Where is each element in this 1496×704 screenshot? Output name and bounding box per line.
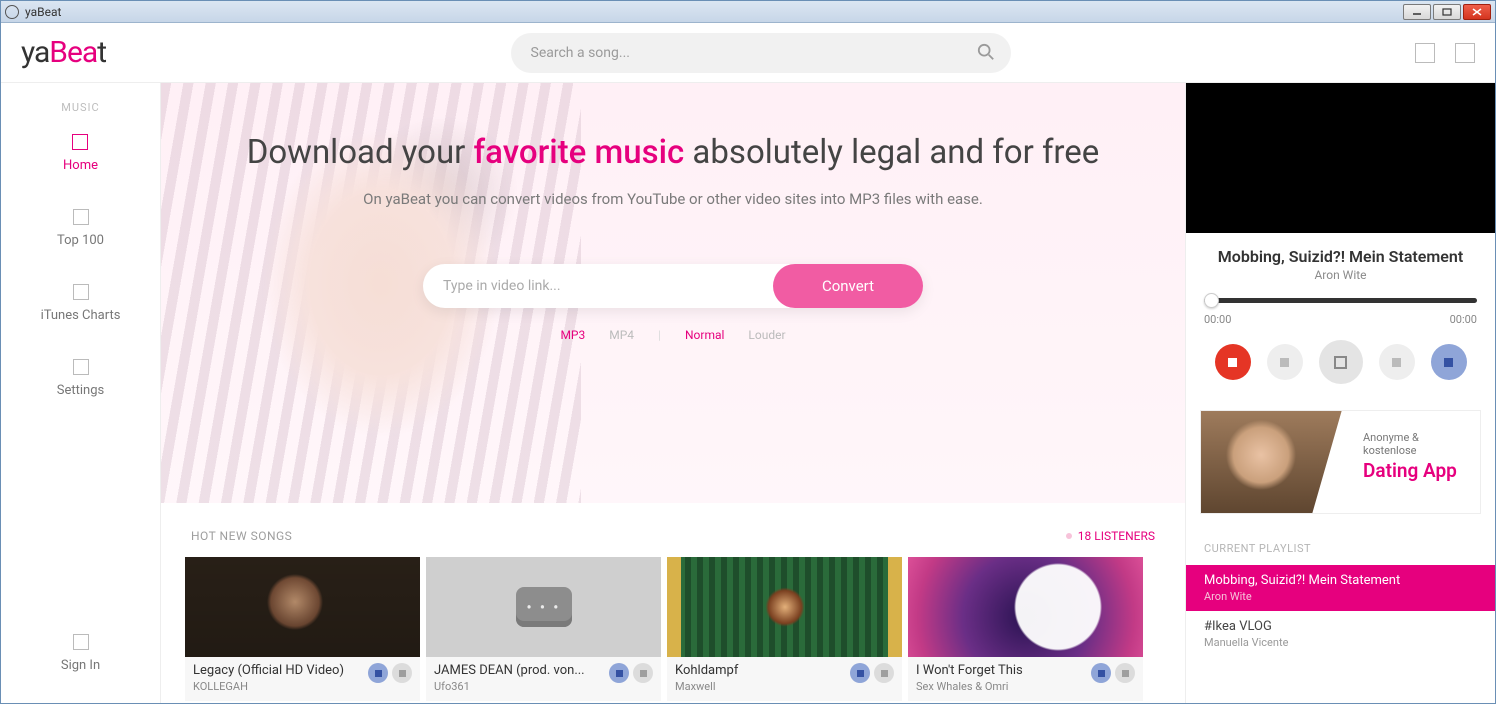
- prev-button[interactable]: [1267, 344, 1303, 380]
- playlist-button[interactable]: [1431, 344, 1467, 380]
- header: yaBeat: [1, 23, 1495, 83]
- listener-count: 18 LISTENERS: [1066, 529, 1155, 543]
- format-options: MP3 MP4 | Normal Louder: [201, 328, 1145, 342]
- song-artist: Maxwell: [675, 680, 846, 693]
- ad-banner[interactable]: Anonyme & kostenlose Dating App: [1200, 410, 1481, 514]
- stop-button[interactable]: [1215, 344, 1251, 380]
- sidebar-item-label: Home: [63, 158, 98, 173]
- section-title: HOT NEW SONGS: [191, 529, 292, 543]
- time-total: 00:00: [1450, 313, 1477, 326]
- format-mp3[interactable]: MP3: [560, 328, 585, 342]
- home-icon: [72, 134, 88, 150]
- sidebar-item-settings[interactable]: Settings: [57, 359, 104, 398]
- play-icon[interactable]: [1091, 663, 1111, 683]
- playlist-item[interactable]: #Ikea VLOG Manuella Vicente: [1186, 611, 1495, 657]
- song-title: JAMES DEAN (prod. von...: [434, 663, 605, 678]
- playlist-item-title: Mobbing, Suizid?! Mein Statement: [1204, 573, 1477, 588]
- video-player[interactable]: [1186, 83, 1495, 233]
- download-icon[interactable]: [874, 663, 894, 683]
- sidebar-item-itunes[interactable]: iTunes Charts: [41, 284, 121, 323]
- next-button[interactable]: [1379, 344, 1415, 380]
- window-title: yaBeat: [25, 5, 1403, 19]
- hot-songs-header: HOT NEW SONGS 18 LISTENERS: [161, 503, 1185, 557]
- hot-songs-row: Legacy (Official HD Video) KOLLEGAH JAMES…: [161, 557, 1185, 701]
- playlist-item-title: #Ikea VLOG: [1204, 619, 1477, 634]
- play-button[interactable]: [1319, 340, 1363, 384]
- song-thumb: [667, 557, 902, 657]
- playlist-heading: CURRENT PLAYLIST: [1186, 514, 1495, 565]
- search-icon[interactable]: [977, 43, 995, 61]
- sidebar-section-label: MUSIC: [61, 101, 99, 114]
- time-elapsed: 00:00: [1204, 313, 1231, 326]
- maximize-button[interactable]: [1433, 4, 1461, 20]
- sidebar-item-label: Sign In: [61, 658, 100, 673]
- song-artist: Ufo361: [434, 680, 605, 693]
- song-title: Legacy (Official HD Video): [193, 663, 364, 678]
- play-icon[interactable]: [850, 663, 870, 683]
- convert-input[interactable]: [423, 264, 773, 308]
- download-icon[interactable]: [633, 663, 653, 683]
- right-panel: Mobbing, Suizid?! Mein Statement Aron Wi…: [1185, 83, 1495, 703]
- playlist-item-artist: Aron Wite: [1204, 590, 1477, 603]
- song-card[interactable]: I Won't Forget This Sex Whales & Omri: [908, 557, 1143, 701]
- song-card[interactable]: Legacy (Official HD Video) KOLLEGAH: [185, 557, 420, 701]
- divider: |: [658, 328, 661, 342]
- song-thumb: [908, 557, 1143, 657]
- search-input[interactable]: [511, 33, 1011, 73]
- titlebar: yaBeat: [1, 1, 1495, 23]
- ad-line1: Anonyme & kostenlose: [1363, 431, 1470, 457]
- player-controls: [1186, 340, 1495, 384]
- sidebar-item-label: Top 100: [57, 233, 104, 248]
- minimize-button[interactable]: [1403, 4, 1431, 20]
- header-action-1[interactable]: [1415, 43, 1435, 63]
- hero-sub: On yaBeat you can convert videos from Yo…: [201, 190, 1145, 208]
- itunes-icon: [73, 284, 89, 300]
- play-icon[interactable]: [368, 663, 388, 683]
- song-thumb: [426, 557, 661, 657]
- download-icon[interactable]: [1115, 663, 1135, 683]
- sidebar: MUSIC Home Top 100 iTunes Charts Setting…: [1, 83, 161, 703]
- now-playing: Mobbing, Suizid?! Mein Statement Aron Wi…: [1186, 233, 1495, 288]
- volume-normal[interactable]: Normal: [685, 328, 724, 342]
- sidebar-item-home[interactable]: Home: [63, 134, 98, 173]
- playlist-item-artist: Manuella Vicente: [1204, 636, 1477, 649]
- ad-line2: Dating App: [1363, 459, 1470, 482]
- hero-headline: Download your favorite music absolutely …: [201, 133, 1145, 172]
- now-playing-artist: Aron Wite: [1204, 268, 1477, 282]
- now-playing-title: Mobbing, Suizid?! Mein Statement: [1204, 247, 1477, 266]
- format-mp4[interactable]: MP4: [609, 328, 634, 342]
- sidebar-item-label: iTunes Charts: [41, 308, 121, 323]
- song-title: Kohldampf: [675, 663, 846, 678]
- song-card[interactable]: JAMES DEAN (prod. von... Ufo361: [426, 557, 661, 701]
- app-icon: [5, 5, 19, 19]
- song-thumb: [185, 557, 420, 657]
- play-icon[interactable]: [609, 663, 629, 683]
- song-artist: KOLLEGAH: [193, 680, 364, 693]
- download-icon[interactable]: [392, 663, 412, 683]
- progress: 00:00 00:00: [1186, 288, 1495, 326]
- song-artist: Sex Whales & Omri: [916, 680, 1087, 693]
- sidebar-item-top100[interactable]: Top 100: [57, 209, 104, 248]
- header-action-2[interactable]: [1455, 43, 1475, 63]
- progress-knob[interactable]: [1204, 293, 1219, 308]
- signin-icon: [73, 634, 89, 650]
- song-title: I Won't Forget This: [916, 663, 1087, 678]
- volume-louder[interactable]: Louder: [748, 328, 785, 342]
- listener-icon: [1066, 533, 1072, 539]
- close-button[interactable]: [1463, 4, 1491, 20]
- sidebar-item-signin[interactable]: Sign In: [61, 634, 100, 673]
- logo[interactable]: yaBeat: [21, 35, 106, 70]
- top100-icon: [73, 209, 89, 225]
- playlist-item[interactable]: Mobbing, Suizid?! Mein Statement Aron Wi…: [1186, 565, 1495, 611]
- convert-form: Convert: [423, 264, 923, 308]
- convert-button[interactable]: Convert: [773, 264, 923, 308]
- progress-bar[interactable]: [1204, 298, 1477, 303]
- sidebar-item-label: Settings: [57, 383, 104, 398]
- main: Download your favorite music absolutely …: [161, 83, 1185, 703]
- settings-icon: [73, 359, 89, 375]
- hero: Download your favorite music absolutely …: [161, 83, 1185, 503]
- song-card[interactable]: Kohldampf Maxwell: [667, 557, 902, 701]
